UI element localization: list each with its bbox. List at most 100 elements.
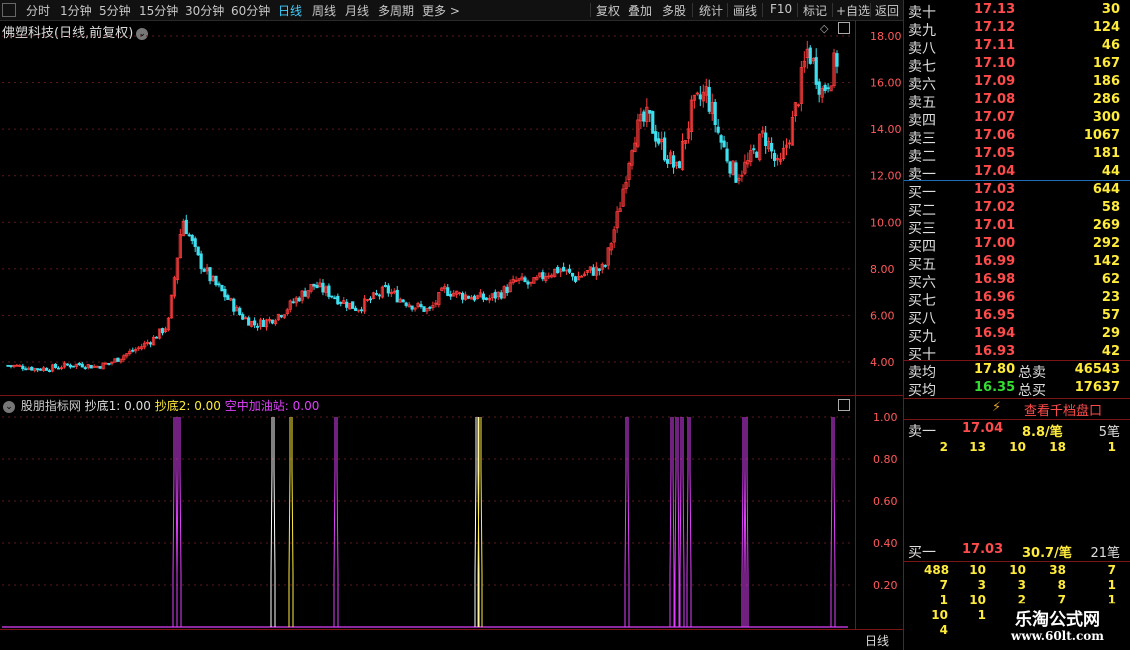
candle [250, 320, 254, 328]
ask-bid-separator [904, 180, 1130, 181]
ask-row: 卖五 17.08 286 [904, 92, 1130, 111]
price-tick: 4.00 [870, 356, 895, 369]
queue-ask-price: 17.04 [962, 421, 1004, 436]
bid-volume: 29 [1101, 326, 1120, 341]
candle [407, 301, 411, 308]
candle [820, 85, 824, 104]
ask-price: 17.05 [974, 146, 1016, 161]
candle [214, 275, 218, 287]
candle [336, 293, 340, 305]
candle [671, 151, 676, 174]
candle [404, 301, 408, 308]
candle [128, 348, 132, 356]
bid-row: 买六 16.98 62 [904, 272, 1130, 291]
candle [321, 279, 325, 296]
candle [383, 281, 387, 288]
bid-volume: 42 [1101, 344, 1120, 359]
candle [508, 279, 512, 293]
ask-row: 卖三 17.06 1067 [904, 128, 1130, 147]
candle [270, 319, 275, 325]
candle [33, 367, 37, 373]
bid-price: 17.01 [974, 218, 1016, 233]
candle [371, 291, 376, 300]
candle [778, 152, 783, 165]
candle [559, 267, 563, 278]
candle [223, 286, 227, 301]
candle [125, 353, 129, 359]
candle [749, 144, 753, 167]
bid-volume: 23 [1101, 290, 1120, 305]
candle [579, 274, 584, 278]
queue-bid-order: 10 [1009, 563, 1026, 577]
candle [104, 362, 108, 365]
bid-price: 16.99 [974, 254, 1016, 269]
candle [98, 365, 102, 369]
candle [71, 365, 75, 368]
candle [59, 365, 64, 371]
candle [493, 289, 497, 303]
queue-bid-order: 1 [977, 608, 986, 622]
bid-volume: 142 [1092, 254, 1120, 269]
candle [154, 336, 159, 339]
candle [576, 271, 581, 281]
candle [181, 218, 185, 237]
candle [208, 266, 212, 285]
window-icon[interactable] [838, 399, 850, 411]
candle [244, 315, 248, 320]
candle [505, 284, 509, 296]
candle [21, 363, 25, 372]
candle [163, 326, 168, 334]
candle [238, 306, 242, 316]
candle [348, 302, 352, 310]
candle [618, 201, 622, 213]
candle [211, 274, 215, 282]
ask-label: 卖五 [908, 95, 936, 111]
candle [770, 137, 774, 159]
candle [39, 367, 43, 371]
candle [119, 358, 123, 364]
queue-ask-order: 10 [1009, 440, 1026, 454]
candle [452, 290, 456, 297]
candle [86, 363, 90, 370]
signal-spike [624, 417, 630, 627]
ask-price: 17.04 [974, 164, 1016, 179]
candle [199, 250, 203, 274]
candle [731, 160, 735, 176]
candle [398, 297, 402, 303]
candle [793, 102, 798, 122]
candle [698, 86, 702, 107]
queue-bid-order: 10 [931, 608, 948, 622]
view-1000-button[interactable]: ⚡ 查看千档盘口 [904, 400, 1130, 420]
lightning-icon: ⚡ [992, 400, 1002, 415]
price-tick: 10.00 [870, 216, 902, 229]
candle [826, 83, 830, 93]
candle [92, 364, 96, 368]
bid-volume: 57 [1101, 308, 1120, 323]
candle [725, 141, 729, 164]
candle [612, 226, 616, 248]
price-tick: 8.00 [870, 263, 895, 276]
candle [541, 269, 545, 282]
candle [767, 137, 771, 153]
ask-volume: 44 [1101, 164, 1120, 179]
candle [42, 365, 46, 373]
bid-row: 买七 16.96 23 [904, 290, 1130, 309]
candle [701, 84, 705, 108]
candle [291, 298, 295, 304]
candle [758, 133, 762, 162]
candle [122, 354, 126, 362]
candle [547, 272, 551, 280]
candle [309, 283, 313, 294]
bid-row: 买九 16.94 29 [904, 326, 1130, 345]
chevron-down-icon[interactable]: ⌄ [3, 400, 15, 413]
candle [47, 368, 52, 373]
candle [603, 264, 607, 268]
kline-chart[interactable]: 18.00 16.00 14.00 12.00 10.00 8.00 6.00 4.00 1.0… [0, 0, 903, 630]
bid-row: 买四 17.00 292 [904, 236, 1130, 255]
candle [761, 126, 765, 138]
queue-ask-count: 5笔 [1098, 425, 1120, 440]
ask-price: 17.11 [974, 38, 1016, 53]
candle [235, 305, 239, 312]
ask-volume: 300 [1092, 110, 1120, 125]
bid-price: 16.95 [974, 308, 1016, 323]
